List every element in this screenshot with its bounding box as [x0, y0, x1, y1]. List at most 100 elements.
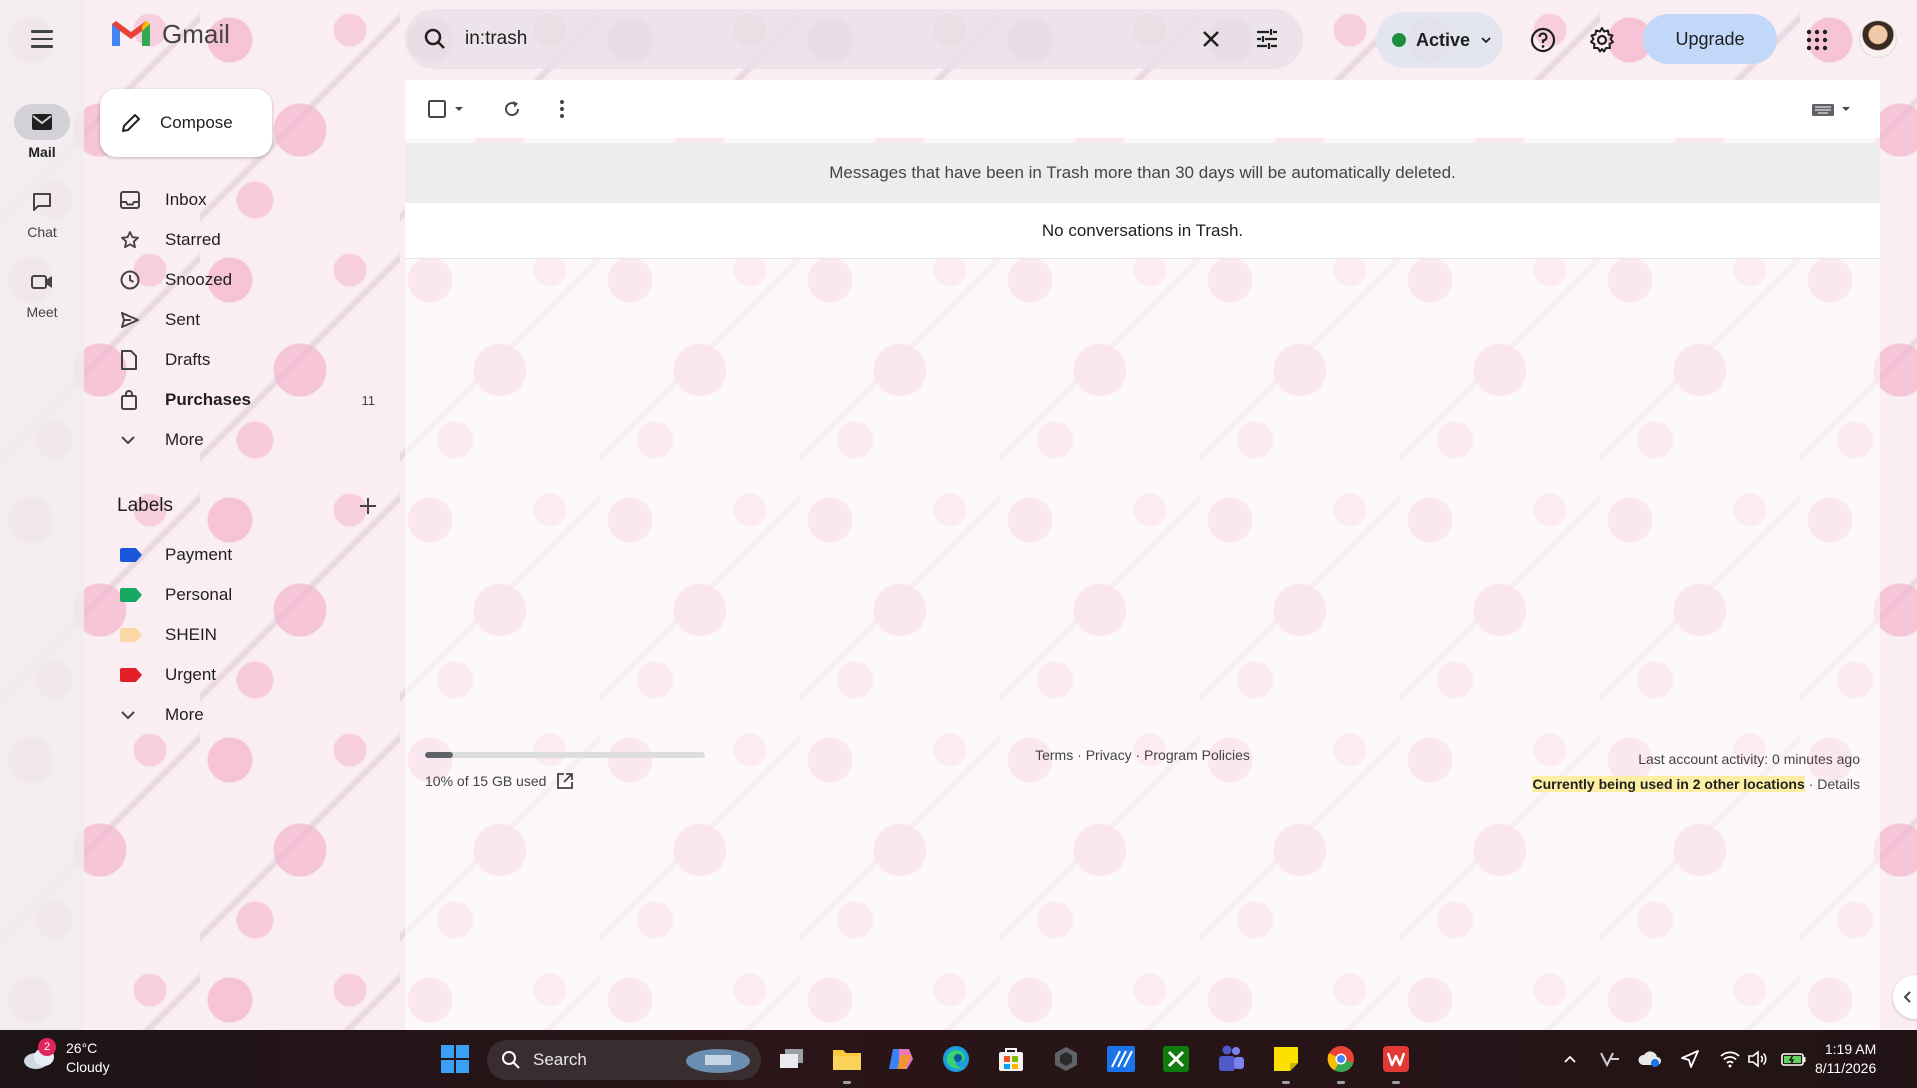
search-icon	[502, 1051, 520, 1069]
storage-info: 10% of 15 GB used	[425, 772, 574, 790]
draft-icon	[120, 348, 152, 372]
nav-label-inbox: Inbox	[165, 190, 207, 209]
label-item-urgent[interactable]: Urgent	[100, 655, 390, 695]
app-running-indicator	[1392, 1081, 1400, 1084]
chrome-app[interactable]	[1322, 1040, 1360, 1084]
file-explorer-app[interactable]	[828, 1040, 866, 1084]
terms-link[interactable]: Terms	[1035, 747, 1073, 763]
search-bar[interactable]: in:trash	[405, 9, 1303, 69]
search-options-button[interactable]	[1239, 28, 1295, 50]
unity-app[interactable]	[1047, 1040, 1085, 1078]
wifi-tray[interactable]	[1718, 1047, 1742, 1071]
more-vert-icon	[560, 100, 564, 118]
code-editor-app[interactable]	[1102, 1040, 1140, 1078]
nav-item-purchases[interactable]: Purchases 11	[100, 380, 390, 420]
taskbar-clock[interactable]: 1:19 AM 8/11/2026	[1815, 1040, 1876, 1078]
store-icon	[999, 1048, 1023, 1071]
label-color-personal	[120, 588, 142, 602]
label-item-payment[interactable]: Payment	[100, 535, 390, 575]
location-tray[interactable]	[1678, 1047, 1702, 1071]
privacy-link[interactable]: Privacy	[1086, 747, 1132, 763]
store-app[interactable]	[992, 1040, 1030, 1078]
gmail-logo[interactable]: Gmail	[110, 18, 230, 50]
edge-app[interactable]	[937, 1040, 975, 1078]
label-item-shein[interactable]: SHEIN	[100, 615, 390, 655]
label-name-shein: SHEIN	[165, 625, 217, 644]
wps-office-app[interactable]	[1377, 1040, 1415, 1084]
other-locations-link[interactable]: Currently being used in 2 other location…	[1532, 776, 1805, 792]
weather-widget[interactable]: 2 26°C Cloudy	[22, 1038, 110, 1077]
clear-search-button[interactable]	[1183, 29, 1239, 49]
label-list: Payment Personal SHEIN Urgent More	[100, 535, 390, 735]
search-icon[interactable]	[405, 27, 465, 51]
weather-temp: 26°C	[66, 1040, 98, 1056]
start-button[interactable]	[436, 1040, 474, 1078]
nav-item-sent[interactable]: Sent	[100, 300, 390, 340]
labels-more[interactable]: More	[100, 695, 390, 735]
battery-tray[interactable]	[1780, 1047, 1808, 1071]
rail-item-meet[interactable]: Meet	[0, 264, 84, 320]
nav-label-purchases: Purchases	[165, 390, 251, 409]
sticky-notes-app[interactable]	[1267, 1040, 1305, 1084]
labels-header: Labels	[117, 492, 377, 520]
nav-label-drafts: Drafts	[165, 350, 211, 369]
app-running-indicator	[843, 1081, 851, 1084]
teams-app[interactable]	[1212, 1040, 1250, 1078]
account-avatar[interactable]	[1859, 20, 1897, 58]
rail-item-mail[interactable]: Mail	[0, 104, 84, 160]
upgrade-button[interactable]: Upgrade	[1643, 14, 1777, 64]
label-name-payment: Payment	[165, 545, 233, 564]
apps-button[interactable]	[1799, 22, 1835, 58]
rail-item-chat[interactable]: Chat	[0, 184, 84, 240]
send-icon	[120, 308, 152, 332]
volume-tray[interactable]	[1746, 1047, 1770, 1071]
main-menu-button[interactable]	[22, 24, 62, 54]
main-panel: Messages that have been in Trash more th…	[405, 80, 1880, 1030]
label-color-payment	[120, 548, 142, 562]
rail-label-chat: Chat	[27, 224, 57, 240]
plus-icon	[360, 498, 376, 514]
clock-icon	[120, 268, 152, 292]
program-policies-link[interactable]: Program Policies	[1144, 747, 1250, 763]
status-selector[interactable]: Active	[1376, 12, 1503, 68]
more-options-button[interactable]	[547, 94, 577, 124]
gmail-m-icon	[112, 21, 150, 46]
input-tools-button[interactable]	[1808, 94, 1858, 124]
taskbar-search[interactable]: Search	[487, 1040, 761, 1080]
tray-app-icon[interactable]	[1598, 1047, 1622, 1071]
help-button[interactable]	[1525, 22, 1561, 58]
compose-button[interactable]: Compose	[100, 89, 272, 157]
weather-condition: Cloudy	[66, 1059, 110, 1075]
labels-more-label: More	[165, 705, 204, 724]
nav-item-starred[interactable]: Starred	[100, 220, 390, 260]
checkbox-dropdown-icon	[428, 100, 463, 118]
label-name-personal: Personal	[165, 585, 233, 604]
clock-time: 1:19 AM	[1824, 1041, 1877, 1057]
open-in-new-icon[interactable]	[556, 772, 574, 790]
search-input[interactable]: in:trash	[465, 28, 1183, 50]
nav-item-more[interactable]: More	[100, 420, 390, 460]
footer-separator: ·	[1804, 776, 1818, 792]
settings-button[interactable]	[1584, 22, 1620, 58]
label-item-personal[interactable]: Personal	[100, 575, 390, 615]
edge-icon	[943, 1046, 969, 1072]
label-tag-icon	[120, 583, 152, 607]
refresh-button[interactable]	[497, 94, 527, 124]
xbox-app[interactable]	[1157, 1040, 1195, 1078]
mail-nav: Inbox Starred Snoozed Sent Drafts Purcha…	[100, 180, 390, 460]
task-view-button[interactable]	[773, 1040, 811, 1078]
footer-separator: ·	[1131, 747, 1145, 763]
nav-item-drafts[interactable]: Drafts	[100, 340, 390, 380]
show-hidden-icons-button[interactable]	[1560, 1047, 1580, 1071]
create-label-button[interactable]	[359, 492, 377, 520]
nav-item-inbox[interactable]: Inbox	[100, 180, 390, 220]
side-panel-toggle[interactable]	[1893, 975, 1917, 1019]
select-checkbox[interactable]	[425, 94, 471, 124]
onedrive-tray[interactable]	[1638, 1047, 1662, 1071]
keyboard-icon	[1812, 104, 1850, 116]
copilot-app[interactable]	[882, 1040, 920, 1078]
details-link[interactable]: Details	[1817, 776, 1860, 792]
vpn-icon	[1600, 1052, 1619, 1068]
nav-item-snoozed[interactable]: Snoozed	[100, 260, 390, 300]
gear-icon	[1590, 27, 1614, 53]
